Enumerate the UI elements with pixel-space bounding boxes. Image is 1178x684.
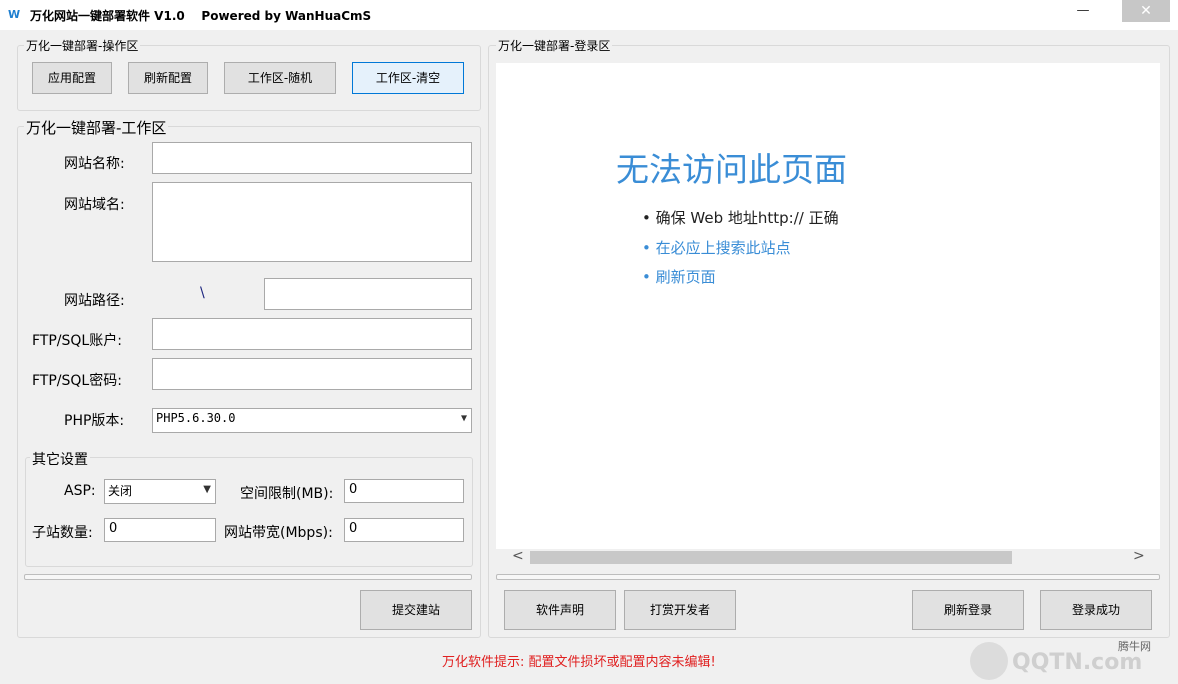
bandwidth-label: 网站带宽(Mbps): bbox=[224, 525, 333, 541]
app-logo-icon: W bbox=[8, 8, 21, 21]
site-path-input[interactable] bbox=[264, 278, 472, 310]
watermark-logo-icon bbox=[970, 642, 1008, 680]
asp-label: ASP: bbox=[64, 483, 96, 499]
status-message: 万化软件提示: 配置文件损坏或配置内容未编辑! bbox=[442, 655, 716, 670]
site-name-input[interactable] bbox=[152, 142, 472, 174]
php-version-value: PHP5.6.30.0 bbox=[156, 411, 236, 425]
workspace-clear-button[interactable]: 工作区-清空 bbox=[352, 62, 464, 94]
workspace-random-button[interactable]: 工作区-随机 bbox=[224, 62, 336, 94]
bullet-dot-icon: • bbox=[642, 209, 656, 227]
apply-config-button[interactable]: 应用配置 bbox=[32, 62, 112, 94]
site-domain-label: 网站域名: bbox=[64, 197, 125, 213]
software-statement-button[interactable]: 软件声明 bbox=[504, 590, 616, 630]
close-button[interactable]: ✕ bbox=[1122, 0, 1170, 22]
php-version-select[interactable]: PHP5.6.30.0 ▼ bbox=[152, 408, 472, 433]
site-domain-textarea[interactable] bbox=[152, 182, 472, 262]
scroll-right-icon[interactable]: > bbox=[1133, 548, 1145, 564]
php-version-label: PHP版本: bbox=[64, 413, 125, 429]
error-title: 无法访问此页面 bbox=[616, 150, 847, 189]
path-separator: \ bbox=[200, 285, 205, 301]
bullet-dot-icon: • bbox=[642, 268, 656, 286]
other-settings-group bbox=[25, 457, 473, 567]
site-path-label: 网站路径: bbox=[64, 293, 125, 309]
subsite-count-input[interactable]: 0 bbox=[104, 518, 216, 542]
other-settings-label: 其它设置 bbox=[30, 449, 90, 469]
login-group-label: 万化一键部署-登录区 bbox=[496, 37, 613, 54]
subsite-count-label: 子站数量: bbox=[32, 525, 93, 541]
scroll-left-icon[interactable]: < bbox=[512, 548, 524, 564]
bullet-refresh-link[interactable]: • 刷新页面 bbox=[642, 266, 716, 287]
window-title: 万化网站一键部署软件 V1.0 Powered by WanHuaCmS bbox=[30, 9, 372, 23]
ftp-account-input[interactable] bbox=[152, 318, 472, 350]
site-name-label: 网站名称: bbox=[64, 156, 125, 172]
ftp-password-input[interactable] bbox=[152, 358, 472, 390]
embedded-browser[interactable] bbox=[496, 63, 1160, 549]
scrollbar-thumb[interactable] bbox=[530, 551, 1012, 564]
tip-developer-button[interactable]: 打赏开发者 bbox=[624, 590, 736, 630]
watermark-logo-text: QQTN.com bbox=[1012, 650, 1143, 675]
login-success-button[interactable]: 登录成功 bbox=[1040, 590, 1152, 630]
asp-select[interactable]: 关闭 ▼ bbox=[104, 479, 216, 504]
operations-group-label: 万化一键部署-操作区 bbox=[24, 37, 141, 54]
minimize-button[interactable]: — bbox=[1068, 0, 1098, 22]
submit-site-button[interactable]: 提交建站 bbox=[360, 590, 472, 630]
ftp-account-label: FTP/SQL账户: bbox=[32, 333, 122, 349]
refresh-config-button[interactable]: 刷新配置 bbox=[128, 62, 208, 94]
chevron-down-icon: ▼ bbox=[203, 484, 211, 495]
asp-value: 关闭 bbox=[108, 484, 133, 498]
space-limit-input[interactable]: 0 bbox=[344, 479, 464, 503]
refresh-login-button[interactable]: 刷新登录 bbox=[912, 590, 1024, 630]
left-progress-separator bbox=[24, 574, 472, 580]
bullet-dot-icon: • bbox=[642, 239, 656, 257]
bullet-check-url: • 确保 Web 地址http:// 正确 bbox=[642, 209, 839, 227]
space-limit-label: 空间限制(MB): bbox=[240, 486, 334, 502]
bullet-search-link[interactable]: • 在必应上搜索此站点 bbox=[642, 237, 791, 258]
workspace-group-label: 万化一键部署-工作区 bbox=[24, 117, 169, 138]
bandwidth-input[interactable]: 0 bbox=[344, 518, 464, 542]
chevron-down-icon: ▼ bbox=[460, 413, 467, 424]
ftp-password-label: FTP/SQL密码: bbox=[32, 373, 122, 389]
right-progress-separator bbox=[496, 574, 1160, 580]
